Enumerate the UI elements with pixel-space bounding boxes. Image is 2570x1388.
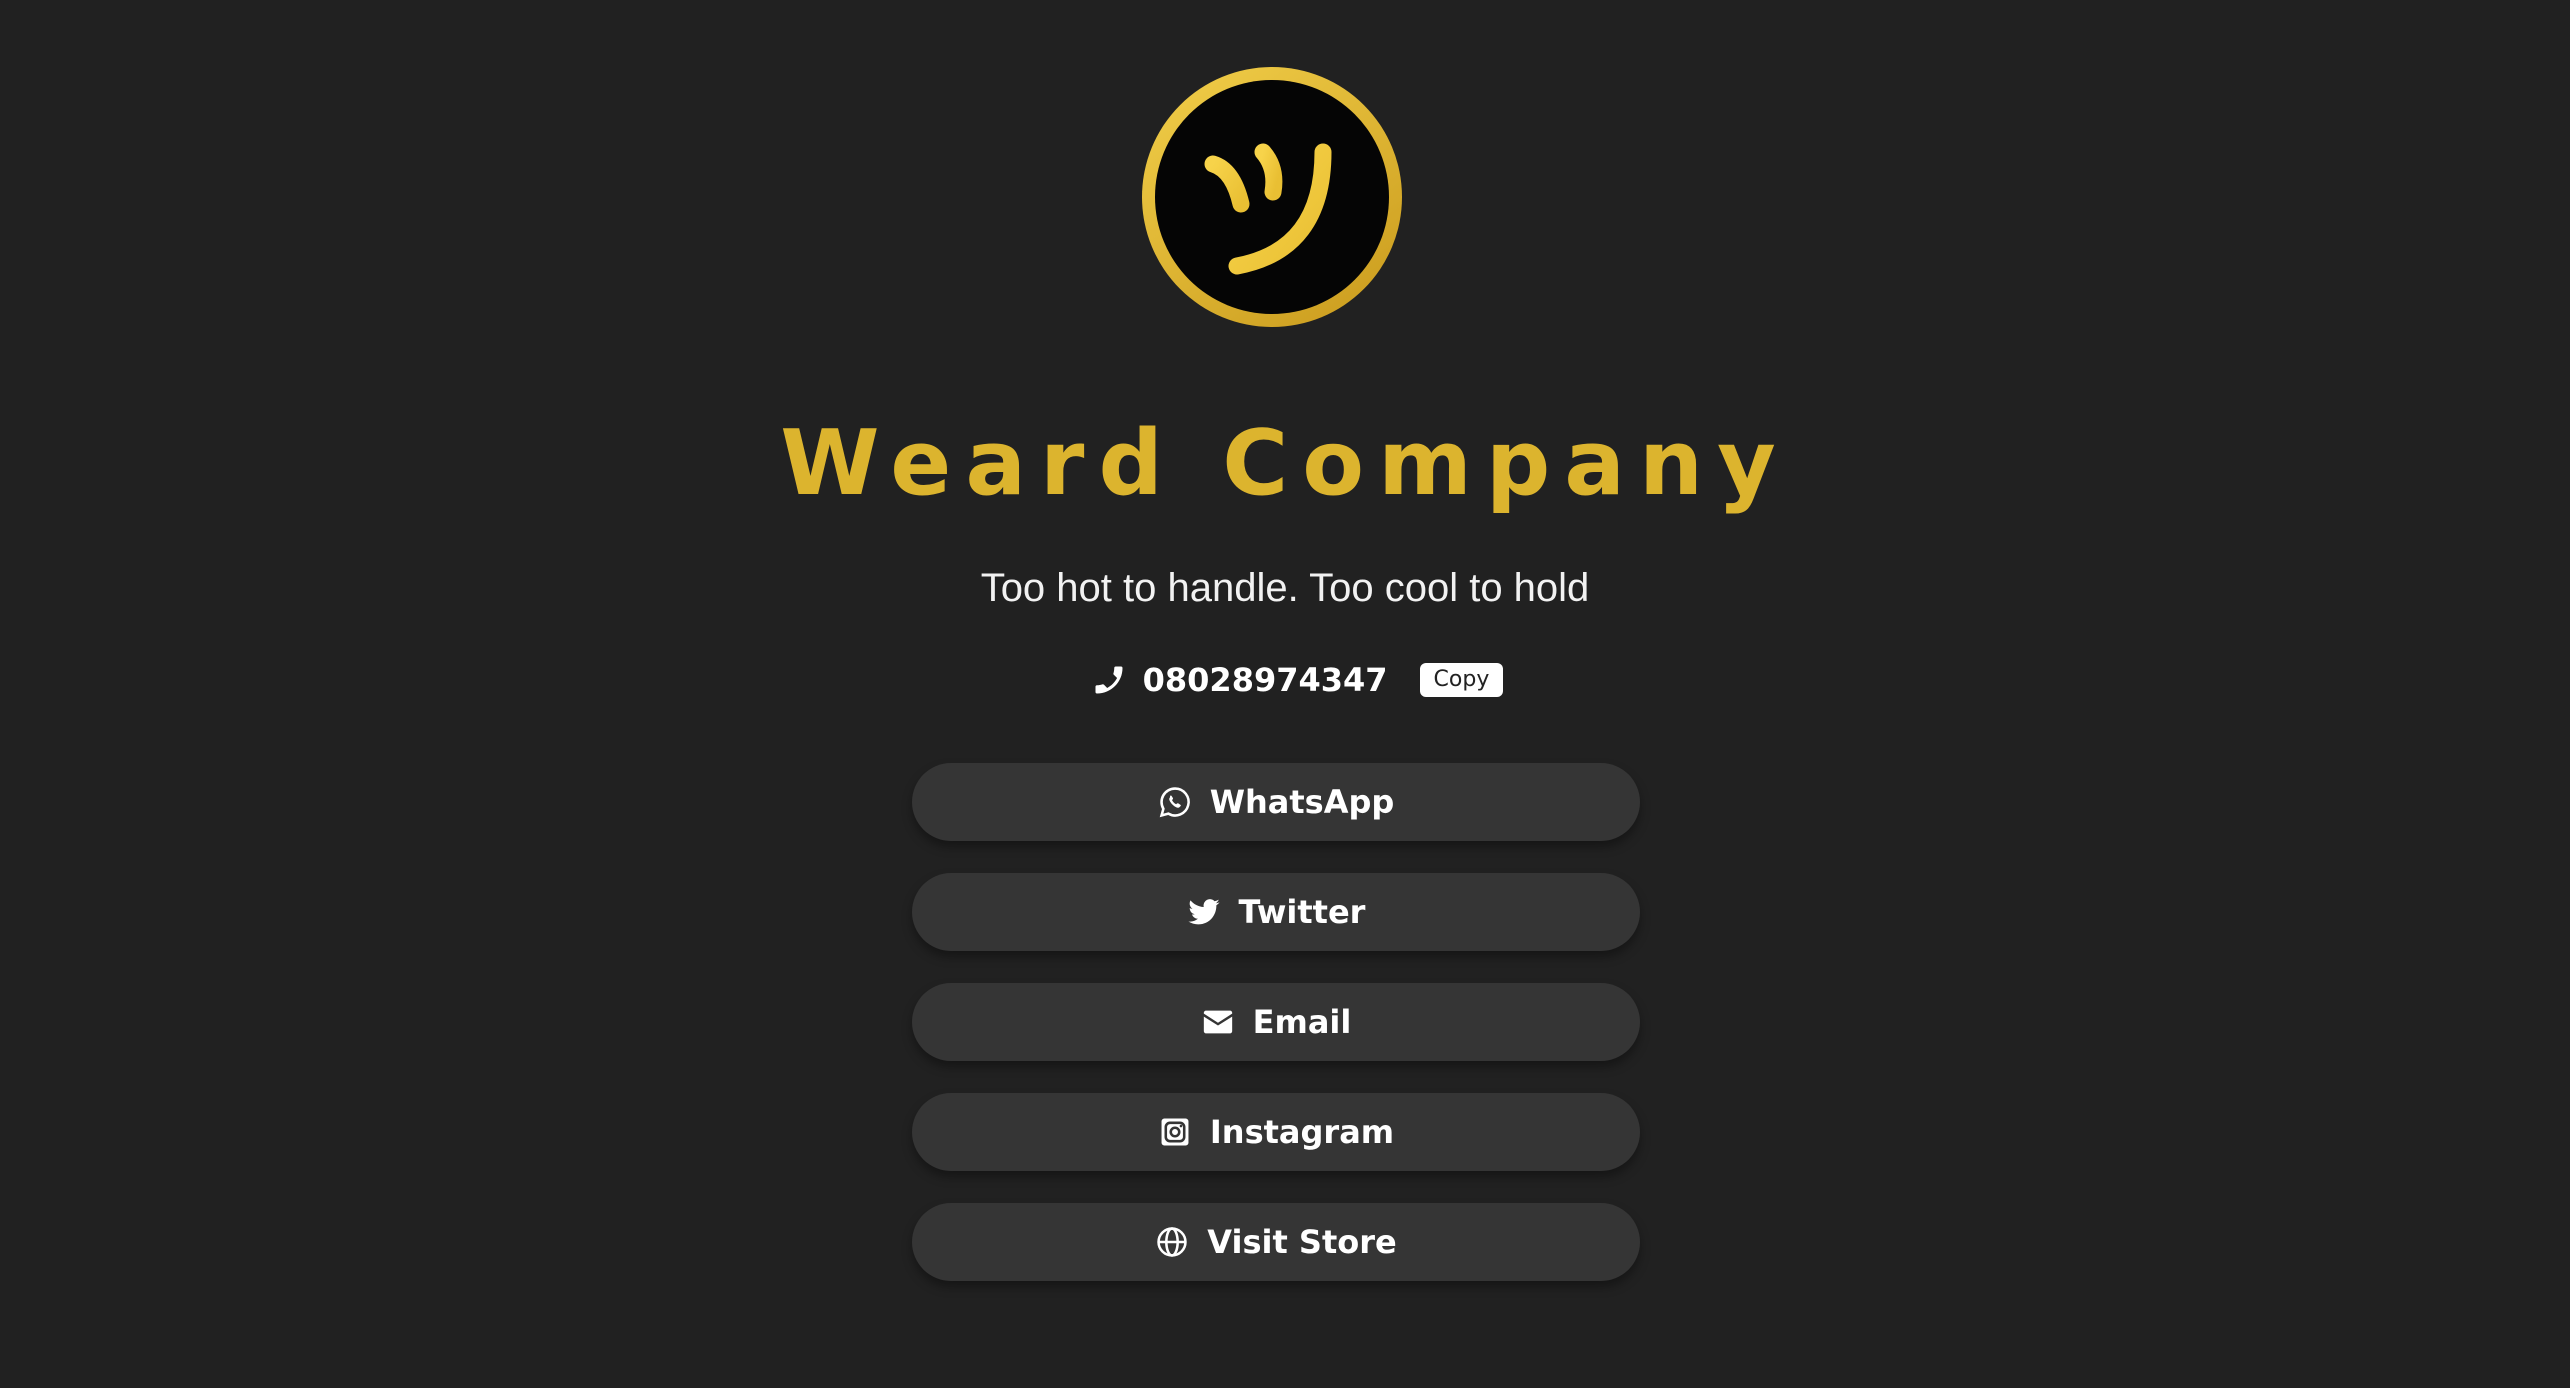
brand-name: Weard Company — [780, 411, 1790, 516]
brand-logo — [1142, 67, 1402, 327]
visit-store-link-button[interactable]: Visit Store — [912, 1203, 1640, 1281]
instagram-link-button[interactable]: Instagram — [912, 1093, 1640, 1171]
phone-row: 08028974347 Copy — [0, 654, 2570, 706]
phone-icon — [1091, 662, 1127, 698]
link-list: WhatsApp Twitter Email Instagram Visit S… — [912, 763, 1640, 1313]
smiley-tsu-icon — [1204, 143, 1332, 275]
email-link-button[interactable]: Email — [912, 983, 1640, 1061]
globe-icon — [1155, 1225, 1189, 1259]
logo-inner — [1155, 80, 1389, 314]
envelope-icon — [1201, 1005, 1235, 1039]
whatsapp-icon — [1158, 785, 1192, 819]
twitter-icon — [1187, 895, 1221, 929]
link-page: Weard Company Too hot to handle. Too coo… — [0, 0, 2570, 1388]
instagram-label: Instagram — [1209, 1113, 1395, 1151]
twitter-link-button[interactable]: Twitter — [912, 873, 1640, 951]
whatsapp-label: WhatsApp — [1209, 783, 1395, 821]
phone-number[interactable]: 08028974347 — [1143, 661, 1388, 699]
brand-tagline: Too hot to handle. Too cool to hold — [980, 566, 1590, 610]
whatsapp-link-button[interactable]: WhatsApp — [912, 763, 1640, 841]
twitter-label: Twitter — [1238, 893, 1366, 931]
visit-store-label: Visit Store — [1207, 1223, 1397, 1261]
email-label: Email — [1252, 1003, 1352, 1041]
copy-phone-button[interactable]: Copy — [1419, 663, 1504, 697]
instagram-icon — [1158, 1115, 1192, 1149]
